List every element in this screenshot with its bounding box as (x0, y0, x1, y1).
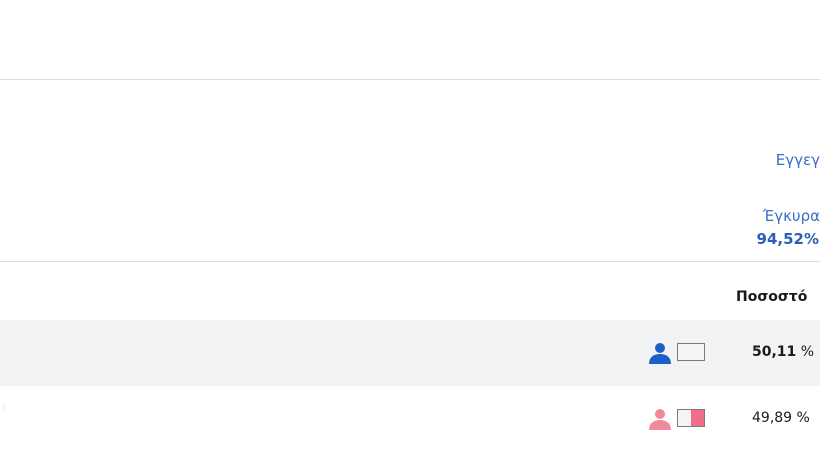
valid-votes-label: Έγκυρα (763, 207, 820, 225)
percentage-value: 50,11 % (752, 344, 814, 360)
top-divider (0, 79, 820, 80)
percentage-number: 50,11 (752, 344, 797, 360)
percentage-column-header: Ποσοστό (736, 289, 808, 305)
valid-votes-value: 94,52% (756, 230, 819, 248)
results-page: Εγγεγ Έγκυρα 94,52% Ποσοστό 50,11 % ⋮ 49… (0, 0, 820, 466)
gender-ratio-bar (677, 343, 705, 361)
result-row: ⋮ 49,89 % (0, 386, 820, 452)
male-person-icon (649, 343, 671, 364)
result-row: 50,11 % (0, 320, 820, 386)
percentage-number: 49,89 (752, 410, 793, 426)
edge-decoration-icon: ⋮ (0, 402, 8, 411)
section-divider (0, 261, 820, 262)
registered-voters-label: Εγγεγ (775, 151, 820, 169)
percentage-unit: % (800, 344, 815, 360)
female-person-icon (649, 409, 671, 430)
percentage-value: 49,89 % (752, 410, 810, 426)
gender-ratio-fill (691, 410, 704, 426)
percentage-unit: % (796, 410, 810, 426)
gender-ratio-bar (677, 409, 705, 427)
